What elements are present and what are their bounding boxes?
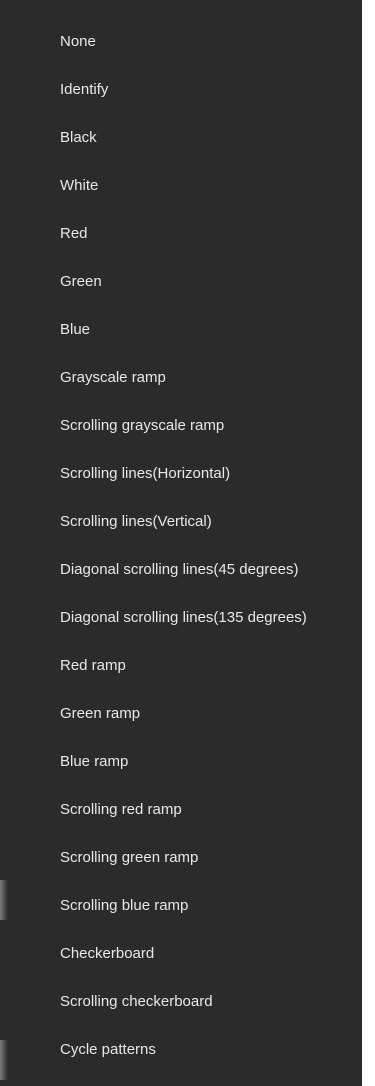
menu-item-red-ramp[interactable]: Red ramp bbox=[40, 642, 362, 690]
menu-item-scrolling-green-ramp[interactable]: Scrolling green ramp bbox=[40, 834, 362, 882]
menu-item-scrolling-red-ramp[interactable]: Scrolling red ramp bbox=[40, 786, 362, 834]
menu-item-green[interactable]: Green bbox=[40, 258, 362, 306]
menu-item-checkerboard[interactable]: Checkerboard bbox=[40, 930, 362, 978]
menu-item-white[interactable]: White bbox=[40, 162, 362, 210]
menu-item-cycle-patterns[interactable]: Cycle patterns bbox=[40, 1026, 362, 1074]
menu-item-scrolling-lines-horizontal[interactable]: Scrolling lines(Horizontal) bbox=[40, 450, 362, 498]
menu-item-blue-ramp[interactable]: Blue ramp bbox=[40, 738, 362, 786]
menu-item-red[interactable]: Red bbox=[40, 210, 362, 258]
menu-item-scrolling-blue-ramp[interactable]: Scrolling blue ramp bbox=[40, 882, 362, 930]
menu-item-scrolling-checkerboard[interactable]: Scrolling checkerboard bbox=[40, 978, 362, 1026]
menu-item-diagonal-scrolling-lines-135[interactable]: Diagonal scrolling lines(135 degrees) bbox=[40, 594, 362, 642]
menu-item-identify[interactable]: Identify bbox=[40, 66, 362, 114]
test-pattern-dropdown-menu: None Identify Black White Red Green Blue… bbox=[0, 0, 362, 1086]
watermark-trace bbox=[0, 1040, 8, 1080]
menu-item-blue[interactable]: Blue bbox=[40, 306, 362, 354]
menu-item-scrolling-lines-vertical[interactable]: Scrolling lines(Vertical) bbox=[40, 498, 362, 546]
menu-item-scrolling-grayscale-ramp[interactable]: Scrolling grayscale ramp bbox=[40, 402, 362, 450]
menu-item-green-ramp[interactable]: Green ramp bbox=[40, 690, 362, 738]
menu-item-none[interactable]: None bbox=[40, 18, 362, 66]
menu-item-black[interactable]: Black bbox=[40, 114, 362, 162]
menu-item-diagonal-scrolling-lines-45[interactable]: Diagonal scrolling lines(45 degrees) bbox=[40, 546, 362, 594]
watermark-trace bbox=[0, 880, 8, 920]
menu-item-grayscale-ramp[interactable]: Grayscale ramp bbox=[40, 354, 362, 402]
